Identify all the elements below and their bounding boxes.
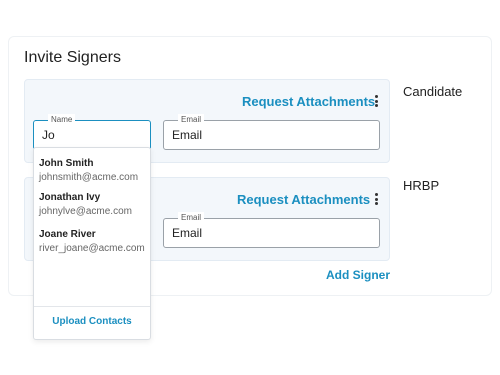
suggestion-email: johnylve@acme.com — [39, 206, 132, 217]
name-input[interactable] — [42, 128, 142, 142]
role-label-candidate: Candidate — [403, 84, 463, 99]
suggestion-item[interactable]: Jonathan Ivy johnylve@acme.com — [34, 192, 150, 228]
contact-suggestions-dropdown: John Smith johnsmith@acme.com Jonathan I… — [33, 147, 151, 340]
suggestion-name: Jonathan Ivy — [39, 192, 101, 203]
add-signer-button[interactable]: Add Signer — [326, 268, 390, 282]
suggestion-email: river_joane@acme.com — [39, 243, 145, 254]
suggestion-name: Joane River — [39, 229, 96, 240]
upload-contacts-button[interactable]: Upload Contacts — [34, 316, 150, 327]
role-label-hrbp: HRBP — [403, 178, 440, 193]
name-field[interactable]: Name — [33, 114, 151, 150]
dropdown-divider — [34, 306, 150, 307]
suggestion-email: johnsmith@acme.com — [39, 172, 139, 183]
page-title: Invite Signers — [24, 49, 121, 66]
request-attachments-link[interactable]: Request Attachments — [242, 94, 375, 109]
suggestion-name: John Smith — [39, 158, 94, 169]
email-field-label: Email — [178, 114, 205, 126]
email-input-placeholder[interactable]: Email — [172, 128, 202, 142]
email-field-label: Email — [178, 212, 205, 224]
email-field[interactable]: Email Email — [163, 212, 380, 248]
more-options-kebab-icon[interactable] — [374, 193, 380, 205]
more-options-kebab-icon[interactable] — [374, 95, 380, 107]
name-field-label: Name — [48, 114, 76, 126]
suggestion-item[interactable]: John Smith johnsmith@acme.com — [34, 158, 150, 194]
email-input-placeholder[interactable]: Email — [172, 226, 202, 240]
email-field[interactable]: Email Email — [163, 114, 380, 150]
suggestion-item[interactable]: Joane River river_joane@acme.com — [34, 229, 150, 265]
request-attachments-link[interactable]: Request Attachments — [237, 192, 370, 207]
